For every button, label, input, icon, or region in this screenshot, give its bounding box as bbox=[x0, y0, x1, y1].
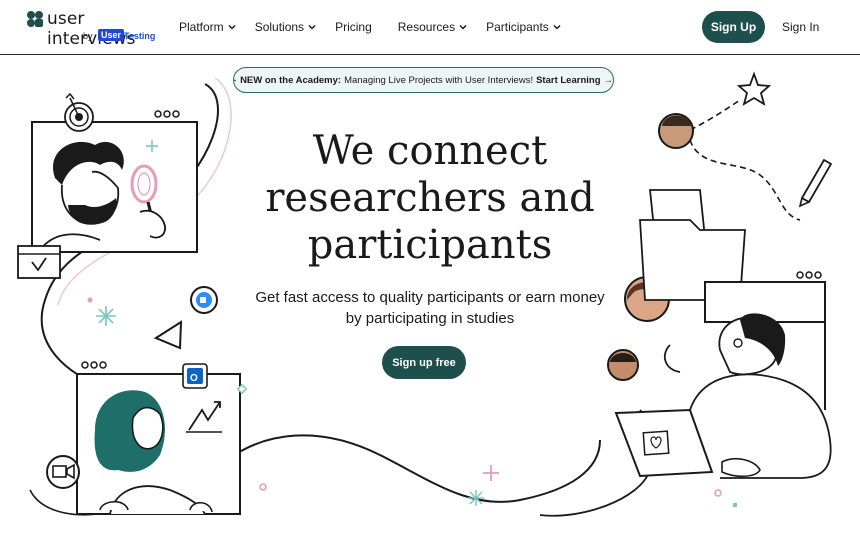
sparkle-icon bbox=[468, 490, 484, 506]
logo[interactable]: user interviews by User Testing bbox=[26, 8, 166, 49]
outlook-icon: O bbox=[182, 363, 208, 389]
nav-item-label: Participants bbox=[486, 20, 549, 34]
triangle-shape bbox=[153, 320, 183, 350]
usertesting-logo-user: User bbox=[98, 29, 125, 41]
signin-link[interactable]: Sign In bbox=[782, 20, 819, 34]
banner-cta[interactable]: Start Learning bbox=[536, 75, 600, 86]
nav-item-label: Solutions bbox=[254, 20, 305, 34]
nav-item-pricing[interactable]: Pricing bbox=[335, 20, 372, 34]
chevron-down-icon bbox=[553, 24, 561, 30]
window-participant bbox=[76, 361, 241, 515]
chevron-down-icon bbox=[459, 24, 467, 30]
nav-item-label: Resources bbox=[397, 20, 456, 34]
banner-text: Managing Live Projects with User Intervi… bbox=[344, 74, 534, 86]
banner-prefix: NEW on the Academy: bbox=[240, 74, 342, 86]
window-researcher bbox=[31, 110, 198, 253]
announcement-banner[interactable]: NEW on the Academy: Managing Live Projec… bbox=[233, 67, 614, 93]
nav-item-label: Platform bbox=[179, 20, 224, 34]
nav-item-platform[interactable]: Platform bbox=[179, 20, 236, 34]
hero-subtitle: Get fast access to quality participants … bbox=[255, 289, 605, 327]
arrow-right-icon: → bbox=[603, 74, 614, 86]
site-header: user interviews by User Testing Platform… bbox=[0, 0, 860, 55]
graduation-cap-icon bbox=[234, 79, 237, 81]
main-nav: Platform Solutions Pricing Resources Par… bbox=[179, 20, 561, 34]
star-icon bbox=[736, 71, 772, 106]
chevron-down-icon bbox=[228, 24, 236, 30]
svg-text:O: O bbox=[190, 373, 198, 384]
target-icon bbox=[64, 92, 94, 132]
hero-title-line: participants bbox=[307, 222, 553, 268]
hero-title-line: We connect bbox=[312, 128, 548, 174]
sparkle-icon bbox=[483, 465, 499, 481]
pencil-icon bbox=[798, 158, 833, 208]
calendar-icon bbox=[17, 245, 61, 279]
logo-icon bbox=[27, 11, 43, 27]
avatar bbox=[607, 349, 639, 381]
signup-free-button[interactable]: Sign up free bbox=[382, 346, 466, 379]
logo-by-label: by bbox=[83, 31, 93, 41]
usertesting-logo-testing: Testing bbox=[124, 31, 156, 41]
nav-item-label: Pricing bbox=[335, 20, 372, 34]
nav-item-participants[interactable]: Participants bbox=[486, 20, 561, 34]
avatar bbox=[658, 113, 694, 149]
zoom-icon bbox=[190, 286, 218, 314]
video-camera-icon bbox=[46, 455, 80, 489]
signup-button[interactable]: Sign Up bbox=[702, 11, 765, 43]
nav-item-resources[interactable]: Resources bbox=[398, 20, 467, 34]
hero-title: We connect researchers and participants bbox=[230, 128, 630, 269]
nav-item-solutions[interactable]: Solutions bbox=[255, 20, 316, 34]
hero-title-line: researchers and bbox=[265, 175, 595, 221]
chevron-down-icon bbox=[308, 24, 316, 30]
